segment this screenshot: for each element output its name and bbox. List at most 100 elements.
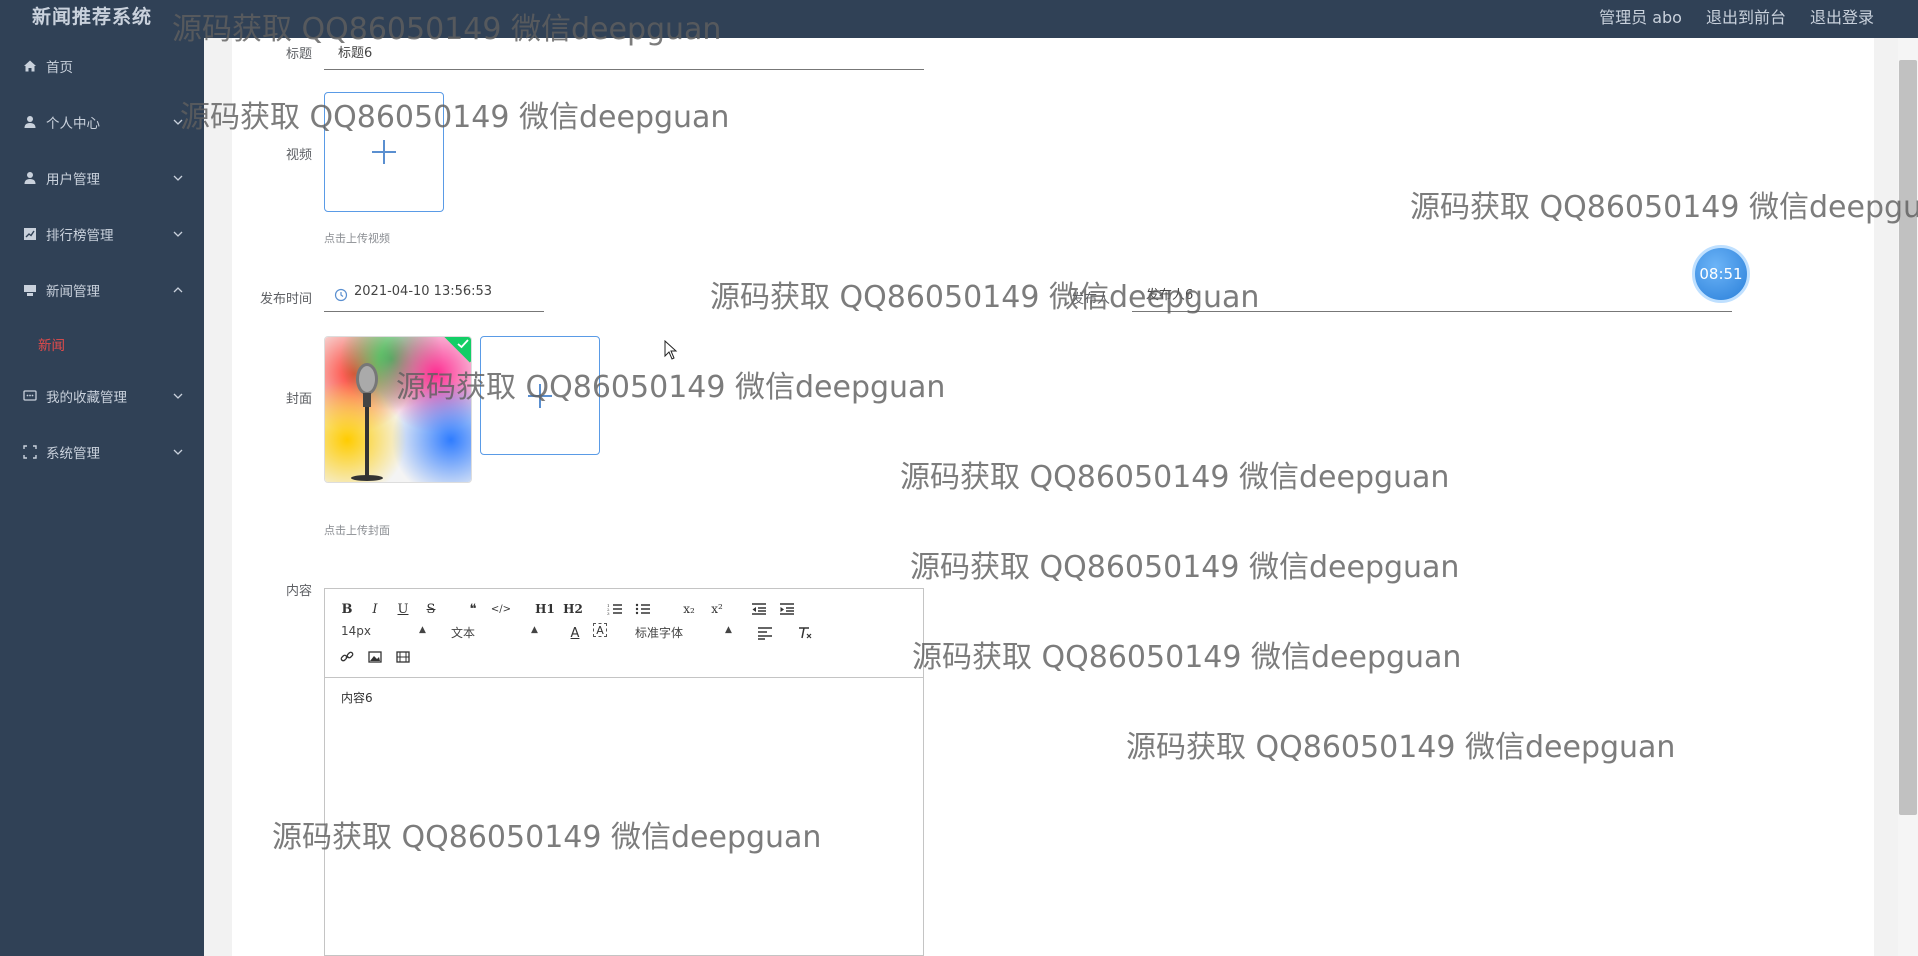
bullet-list-icon [635,603,650,615]
sidebar-subitem-news[interactable]: 新闻 [0,324,204,364]
news-icon [22,282,38,298]
clock-icon [334,288,348,302]
outdent-button[interactable] [749,599,769,619]
subscript-button[interactable]: x₂ [677,599,701,619]
text-type-value: 文本 [451,626,476,640]
link-button[interactable] [337,647,357,667]
indent-icon [780,603,794,615]
title-value: 标题6 [338,46,373,61]
svg-text:3: 3 [607,611,610,616]
h1-button[interactable]: H1 [533,599,557,619]
admin-user-link[interactable]: 管理员 abo [1599,4,1682,28]
clear-format-button[interactable] [795,623,815,643]
font-color-button[interactable]: A [565,623,585,643]
sidebar: 首页 个人中心 用户管理 排行榜管理 新闻管理 新闻 我的收藏管理 系统管理 [0,38,204,956]
superscript-button[interactable]: x² [705,599,729,619]
author-value: 发布人6 [1146,288,1194,303]
publish-time-label: 发布时间 [259,292,312,307]
bullet-list-button[interactable] [633,599,653,619]
mouse-cursor-icon [664,340,678,360]
chat-icon [22,388,38,404]
video-icon [396,651,410,663]
check-icon [457,339,469,349]
outdent-icon [752,603,766,615]
chevron-down-icon [173,449,183,455]
font-size-value: 14px [341,624,371,638]
h2-button[interactable]: H2 [561,599,585,619]
align-left-icon [758,627,772,640]
code-button[interactable]: </> [489,599,513,619]
blockquote-button[interactable]: ❝ [463,599,483,619]
font-family-select[interactable]: 标准字体 ▲ [635,624,735,642]
title-input[interactable]: 标题6 [324,38,924,70]
text-type-select[interactable]: 文本 ▲ [451,624,541,642]
background-color-button[interactable]: A [593,623,607,637]
clear-format-icon [799,627,812,639]
cover-label: 封面 [285,392,312,407]
sidebar-item-label: 首页 [46,60,73,76]
sidebar-item-label: 个人中心 [46,116,100,132]
align-button[interactable] [755,623,775,643]
plus-icon [528,383,552,408]
sidebar-item-users[interactable]: 用户管理 [0,158,204,198]
sidebar-item-system[interactable]: 系统管理 [0,432,204,472]
font-family-value: 标准字体 [635,626,684,640]
sidebar-item-ranking[interactable]: 排行榜管理 [0,214,204,254]
cover-thumbnail[interactable] [324,336,472,483]
timer-badge[interactable]: 08:51 [1692,245,1750,303]
image-button[interactable] [365,647,385,667]
publish-time-picker[interactable]: 2021-04-10 13:56:53 [324,280,544,312]
ordered-list-button[interactable]: 123 [605,599,625,619]
top-bar: 新闻推荐系统 管理员 abo 退出到前台 退出登录 [0,0,1918,38]
title-label: 标题 [285,47,312,62]
indent-button[interactable] [777,599,797,619]
strike-button[interactable]: S [421,599,441,619]
sidebar-item-profile[interactable]: 个人中心 [0,102,204,142]
fullscreen-icon [22,444,38,460]
top-links: 管理员 abo 退出到前台 退出登录 [1599,4,1874,28]
user-icon [22,170,38,186]
video-upload-hint: 点击上传视频 [324,232,390,245]
cover-upload-button[interactable] [480,336,600,455]
image-icon [368,651,382,663]
video-label: 视频 [285,148,312,163]
author-input[interactable]: 发布人6 [1132,280,1732,312]
logout-link[interactable]: 退出登录 [1810,4,1874,28]
bold-button[interactable]: B [337,599,357,619]
cover-upload-hint: 点击上传封面 [324,524,390,537]
sidebar-item-label: 我的收藏管理 [46,390,127,406]
app-title: 新闻推荐系统 [32,6,153,28]
chevron-down-icon [173,231,183,237]
editor-content[interactable]: 内容6 [341,689,373,706]
select-arrow-icon: ▲ [725,625,732,635]
video-button[interactable] [393,647,413,667]
sidebar-item-news[interactable]: 新闻管理 [0,270,204,310]
chevron-down-icon [173,175,183,181]
chevron-down-icon [173,393,183,399]
sidebar-item-home[interactable]: 首页 [0,46,204,86]
sidebar-item-label: 用户管理 [46,172,100,188]
sidebar-item-favorites[interactable]: 我的收藏管理 [0,376,204,416]
content-label: 内容 [285,584,312,599]
sidebar-item-label: 排行榜管理 [46,228,114,244]
chevron-up-icon [173,287,183,293]
chart-icon [22,226,38,242]
sidebar-subitem-label: 新闻 [38,338,65,354]
exit-to-front-link[interactable]: 退出到前台 [1706,4,1786,28]
plus-icon [372,140,396,164]
author-label: 发布人 [1070,292,1110,307]
scrollbar-thumb[interactable] [1899,60,1917,815]
underline-button[interactable]: U [393,599,413,619]
rich-text-editor[interactable]: B I U S ❝ </> H1 H2 123 x₂ x² 14px ▲ 文本 … [324,588,924,956]
microphone-image [325,337,471,482]
video-upload-button[interactable] [324,92,444,212]
user-icon [22,114,38,130]
publish-time-value: 2021-04-10 13:56:53 [354,284,493,299]
link-icon [340,651,354,662]
italic-button[interactable]: I [365,599,385,619]
font-size-select[interactable]: 14px ▲ [341,624,431,642]
home-icon [22,58,38,74]
select-arrow-icon: ▲ [531,625,538,635]
select-arrow-icon: ▲ [419,625,426,635]
ordered-list-icon: 123 [607,603,622,616]
